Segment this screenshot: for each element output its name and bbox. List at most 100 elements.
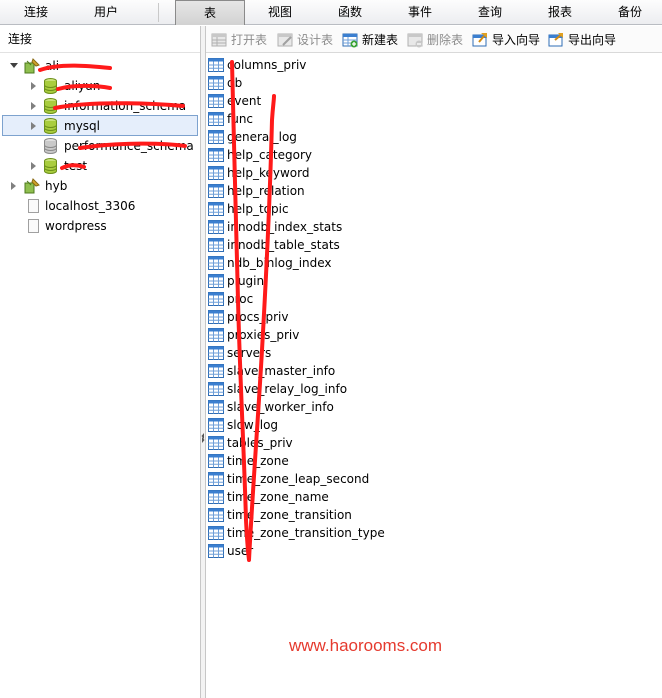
- table-name: user: [227, 544, 254, 558]
- table-row[interactable]: time_zone_transition: [208, 506, 648, 524]
- menu-view[interactable]: 视图: [252, 0, 308, 25]
- table-icon: [208, 490, 224, 504]
- menu-report[interactable]: 报表: [532, 0, 588, 25]
- table-row[interactable]: slave_worker_info: [208, 398, 648, 416]
- database-icon: [44, 98, 57, 114]
- tree-node-connection-localhost[interactable]: localhost_3306: [0, 196, 200, 216]
- table-row[interactable]: plugin: [208, 272, 648, 290]
- menu-table[interactable]: 表: [175, 0, 245, 25]
- import-wizard-icon: [472, 33, 487, 47]
- menu-backup[interactable]: 备份: [602, 0, 658, 25]
- new-table-button[interactable]: 新建表: [342, 31, 404, 49]
- new-table-icon: [342, 33, 358, 48]
- tree-node-connection-ali[interactable]: ali: [0, 56, 200, 76]
- table-row[interactable]: innodb_index_stats: [208, 218, 648, 236]
- table-row[interactable]: event: [208, 92, 648, 110]
- table-row[interactable]: slave_relay_log_info: [208, 380, 648, 398]
- table-icon: [208, 238, 224, 252]
- table-row[interactable]: time_zone_leap_second: [208, 470, 648, 488]
- database-closed-icon: [44, 138, 57, 154]
- tree-node-connection-wordpress[interactable]: wordpress: [0, 216, 200, 236]
- tree-node-connection-hyb[interactable]: hyb: [0, 176, 200, 196]
- table-name: help_category: [227, 148, 312, 162]
- table-icon: [208, 184, 224, 198]
- connection-pane-header: 连接: [0, 26, 200, 53]
- table-name: innodb_index_stats: [227, 220, 343, 234]
- expand-arrow-icon[interactable]: [11, 182, 16, 190]
- expand-arrow-icon[interactable]: [31, 162, 36, 170]
- table-row[interactable]: func: [208, 110, 648, 128]
- database-icon: [44, 118, 57, 134]
- table-row[interactable]: slow_log: [208, 416, 648, 434]
- design-table-label: 设计表: [297, 33, 334, 47]
- database-icon: [44, 78, 57, 94]
- tree-node-db-test[interactable]: test: [0, 156, 200, 176]
- table-row[interactable]: general_log: [208, 128, 648, 146]
- open-table-button[interactable]: 打开表: [211, 31, 273, 49]
- tree-node-label: aliyun: [64, 79, 101, 93]
- table-row[interactable]: help_category: [208, 146, 648, 164]
- tree-node-db-mysql[interactable]: mysql: [2, 115, 198, 136]
- table-row[interactable]: columns_priv: [208, 56, 648, 74]
- table-row[interactable]: time_zone: [208, 452, 648, 470]
- table-row[interactable]: time_zone_name: [208, 488, 648, 506]
- table-icon: [208, 148, 224, 162]
- table-icon: [208, 436, 224, 450]
- menu-query[interactable]: 查询: [462, 0, 518, 25]
- menu-function[interactable]: 函数: [322, 0, 378, 25]
- table-name: procs_priv: [227, 310, 289, 324]
- table-icon: [208, 256, 224, 270]
- table-icon: [208, 382, 224, 396]
- table-name: columns_priv: [227, 58, 307, 72]
- menu-event[interactable]: 事件: [392, 0, 448, 25]
- table-name: slow_log: [227, 418, 279, 432]
- expand-arrow-icon[interactable]: [31, 102, 36, 110]
- table-icon: [208, 418, 224, 432]
- table-row[interactable]: help_topic: [208, 200, 648, 218]
- open-table-icon: [211, 33, 227, 47]
- table-row[interactable]: proc: [208, 290, 648, 308]
- import-wizard-label: 导入向导: [492, 33, 541, 47]
- delete-table-label: 删除表: [427, 33, 464, 47]
- menu-connect[interactable]: 连接: [8, 0, 64, 25]
- menu-user[interactable]: 用户: [78, 0, 134, 25]
- table-row[interactable]: proxies_priv: [208, 326, 648, 344]
- export-wizard-button[interactable]: 导出向导: [548, 31, 622, 49]
- table-row[interactable]: ndb_binlog_index: [208, 254, 648, 272]
- tree-node-db-information-schema[interactable]: information_schema: [0, 96, 200, 116]
- expand-arrow-icon[interactable]: [31, 82, 36, 90]
- splitter-grip-icon[interactable]: [201, 432, 205, 444]
- table-list: columns_privdb event func general_log help_c…: [206, 54, 662, 698]
- table-row[interactable]: procs_priv: [208, 308, 648, 326]
- table-icon: [208, 472, 224, 486]
- table-name: event: [227, 94, 262, 108]
- table-row[interactable]: user: [208, 542, 648, 560]
- table-name: slave_relay_log_info: [227, 382, 348, 396]
- design-table-icon: [277, 33, 293, 47]
- collapse-arrow-icon[interactable]: [10, 63, 18, 68]
- tree-node-label: hyb: [45, 179, 68, 193]
- table-icon: [208, 454, 224, 468]
- table-row[interactable]: servers: [208, 344, 648, 362]
- table-row[interactable]: db: [208, 74, 648, 92]
- table-name: time_zone_name: [227, 490, 329, 504]
- design-table-button[interactable]: 设计表: [277, 31, 339, 49]
- delete-table-button[interactable]: 删除表: [407, 31, 469, 49]
- table-name: time_zone_leap_second: [227, 472, 370, 486]
- tree-node-db-performance-schema[interactable]: performance_schema: [0, 136, 200, 156]
- table-icon: [208, 220, 224, 234]
- table-icon: [208, 202, 224, 216]
- import-wizard-button[interactable]: 导入向导: [472, 31, 546, 49]
- export-wizard-icon: [548, 33, 563, 47]
- expand-arrow-icon[interactable]: [31, 122, 36, 130]
- table-row[interactable]: innodb_table_stats: [208, 236, 648, 254]
- table-row[interactable]: help_keyword: [208, 164, 648, 182]
- table-row[interactable]: time_zone_transition_type: [208, 524, 648, 542]
- table-row[interactable]: slave_master_info: [208, 362, 648, 380]
- tree-node-db-aliyun[interactable]: aliyun: [0, 76, 200, 96]
- connection-closed-icon: [28, 199, 39, 213]
- table-name: proc: [227, 292, 254, 306]
- table-row[interactable]: help_relation: [208, 182, 648, 200]
- table-icon: [208, 400, 224, 414]
- table-row[interactable]: tables_priv: [208, 434, 648, 452]
